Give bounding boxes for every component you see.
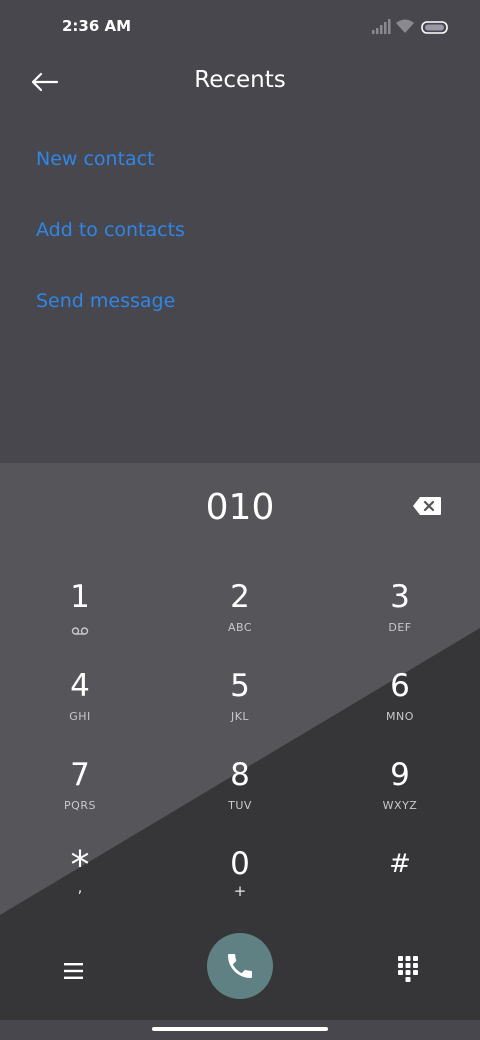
dialer-screen: 2:36 AM Recents New contact Add to conta… — [0, 0, 480, 1040]
key-3[interactable]: 3 DEF — [340, 579, 460, 659]
key-letters: MNO — [386, 710, 414, 723]
voicemail-icon — [71, 627, 89, 635]
menu-button[interactable] — [62, 959, 86, 983]
key-letters: JKL — [230, 710, 250, 723]
key-sub-symbol: , — [77, 878, 83, 896]
header: Recents — [0, 56, 480, 108]
key-letters: DEF — [388, 621, 412, 634]
dialpad-panel: 010 1 2 ABC 3 DEF 4 GHI 5 JKL 6 MNO 7 PQ… — [0, 463, 480, 1020]
backspace-icon — [413, 497, 441, 515]
dialpad-toggle-button[interactable] — [397, 955, 419, 983]
status-bar: 2:36 AM — [0, 0, 480, 56]
signal-icon — [372, 19, 391, 34]
status-icons — [372, 18, 452, 38]
dialpad-icon — [398, 956, 418, 982]
battery-icon — [421, 21, 448, 34]
key-digit: 5 — [230, 668, 250, 704]
phone-icon — [228, 954, 252, 978]
key-6[interactable]: 6 MNO — [340, 668, 460, 748]
key-digit: 2 — [230, 579, 250, 615]
key-letters: WXYZ — [382, 799, 418, 812]
key-7[interactable]: 7 PQRS — [20, 757, 140, 837]
key-0[interactable]: 0 + — [180, 846, 300, 926]
key-digit: * — [70, 843, 90, 887]
key-hash[interactable]: # — [340, 846, 460, 926]
key-digit: 7 — [70, 757, 90, 793]
key-digit: 4 — [70, 668, 90, 704]
key-digit: # — [389, 849, 411, 879]
key-digit: 1 — [70, 579, 90, 615]
key-1[interactable]: 1 — [20, 579, 140, 659]
key-5[interactable]: 5 JKL — [180, 668, 300, 748]
home-indicator[interactable] — [152, 1027, 328, 1031]
dialed-number: 010 — [205, 487, 275, 528]
key-8[interactable]: 8 TUV — [180, 757, 300, 837]
key-digit: 3 — [390, 579, 410, 615]
send-message-link[interactable]: Send message — [36, 290, 175, 312]
menu-icon — [64, 963, 83, 979]
key-letters: GHI — [69, 710, 91, 723]
dialer-bottom-bar — [0, 933, 480, 1020]
key-letters: PQRS — [64, 799, 96, 812]
key-digit: 8 — [230, 757, 250, 793]
key-digit: 6 — [390, 668, 410, 704]
backspace-button[interactable] — [412, 496, 442, 516]
key-4[interactable]: 4 GHI — [20, 668, 140, 748]
wifi-icon — [396, 19, 414, 33]
key-9[interactable]: 9 WXYZ — [340, 757, 460, 837]
key-sub-symbol: + — [233, 882, 247, 900]
add-to-contacts-link[interactable]: Add to contacts — [36, 219, 185, 241]
navigation-bar — [0, 1020, 480, 1040]
page-title: Recents — [194, 67, 286, 93]
key-letters: TUV — [228, 799, 252, 812]
new-contact-link[interactable]: New contact — [36, 148, 155, 170]
key-digit: 9 — [390, 757, 410, 793]
key-digit: 0 — [230, 846, 250, 882]
status-time: 2:36 AM — [62, 17, 132, 35]
key-star[interactable]: * , — [20, 846, 140, 926]
key-2[interactable]: 2 ABC — [180, 579, 300, 659]
key-letters: ABC — [227, 621, 253, 634]
call-button[interactable] — [207, 933, 273, 999]
